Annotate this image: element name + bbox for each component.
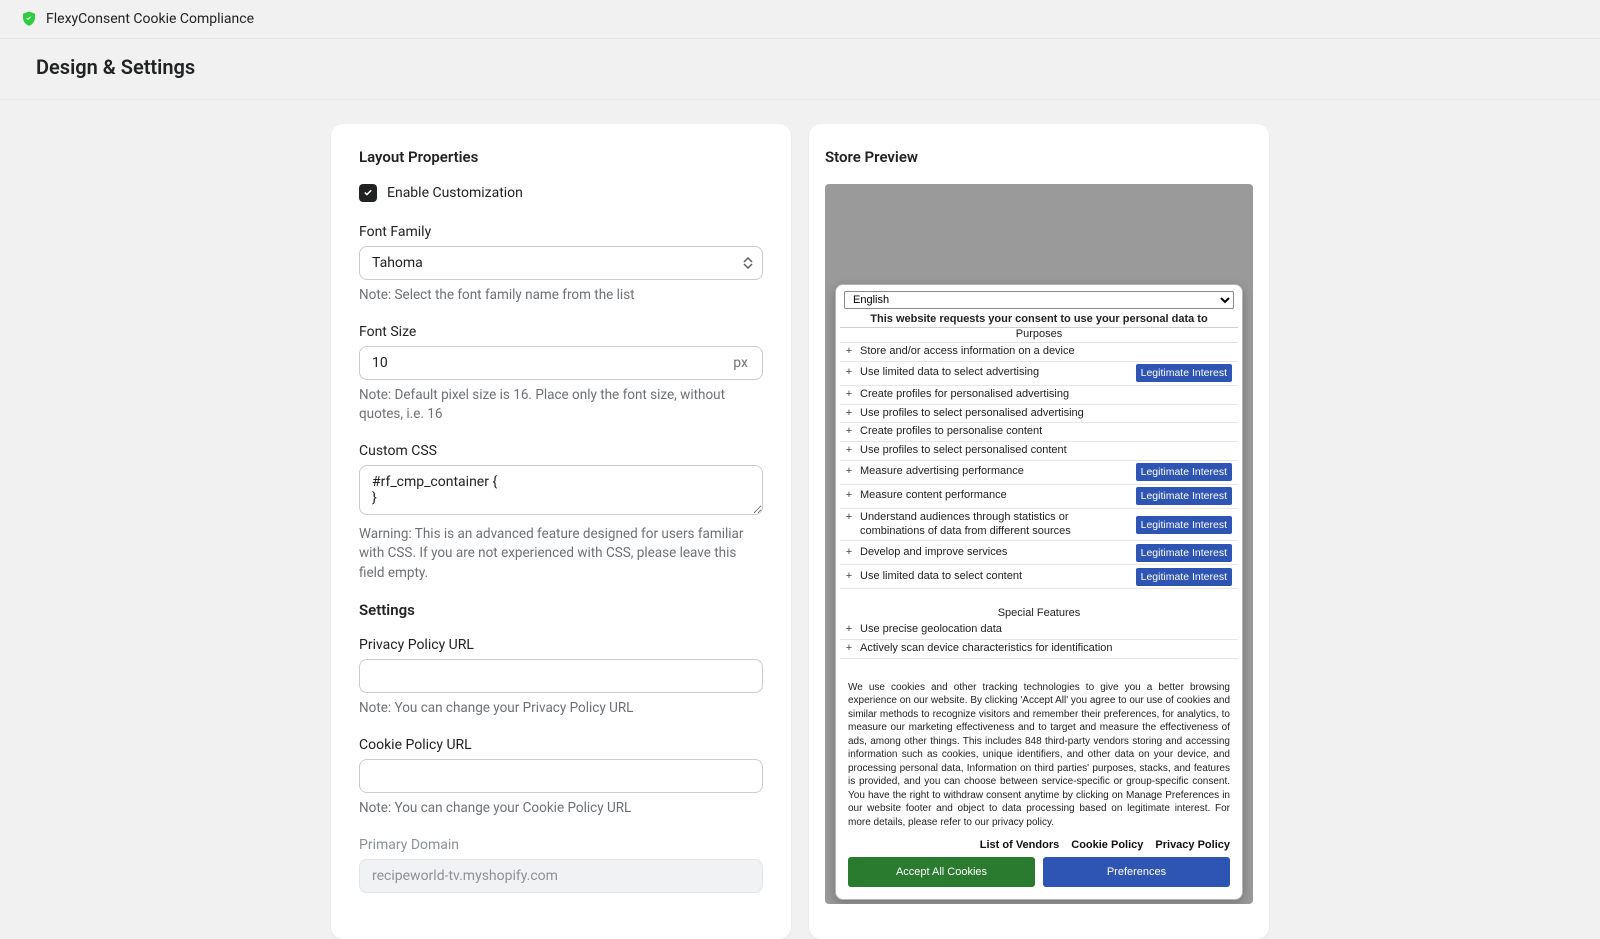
custom-css-label: Custom CSS: [359, 443, 763, 459]
cmp-purpose-text: Develop and improve services: [860, 546, 1007, 560]
custom-css-field: Custom CSS Warning: This is an advanced …: [359, 443, 763, 584]
font-size-field: Font Size px Note: Default pixel size is…: [359, 324, 763, 425]
cmp-purpose-row: + Create profiles to personalise content: [840, 423, 1238, 442]
legitimate-interest-button[interactable]: Legitimate Interest: [1136, 544, 1232, 562]
expand-icon[interactable]: +: [844, 489, 854, 503]
cmp-purpose-row: + Use profiles to select personalised con…: [840, 442, 1238, 461]
font-size-note: Note: Default pixel size is 16. Place on…: [359, 386, 763, 425]
cmp-purpose-text: Use profiles to select personalised cont…: [860, 444, 1067, 458]
primary-domain-label: Primary Domain: [359, 837, 763, 853]
expand-icon[interactable]: +: [844, 345, 854, 359]
expand-icon[interactable]: +: [844, 570, 854, 584]
legitimate-interest-button[interactable]: Legitimate Interest: [1136, 516, 1232, 534]
expand-icon[interactable]: +: [844, 444, 854, 458]
cmp-purpose-text: Store and/or access information on a dev…: [860, 345, 1075, 359]
store-preview-title: Store Preview: [825, 148, 1253, 166]
font-family-label: Font Family: [359, 224, 763, 240]
privacy-url-note: Note: You can change your Privacy Policy…: [359, 699, 763, 719]
expand-icon[interactable]: +: [844, 623, 854, 637]
cmp-special-label: Special Features: [840, 589, 1238, 621]
privacy-url-field: Privacy Policy URL Note: You can change …: [359, 637, 763, 719]
primary-domain-field: Primary Domain recipeworld-tv.myshopify.…: [359, 837, 763, 893]
cmp-purpose-text: Use profiles to select personalised adve…: [860, 407, 1084, 421]
expand-icon[interactable]: +: [844, 407, 854, 421]
cookie-url-label: Cookie Policy URL: [359, 737, 763, 753]
cmp-actions: Accept All Cookies Preferences: [840, 857, 1238, 891]
privacy-url-label: Privacy Policy URL: [359, 637, 763, 653]
enable-customization-checkbox[interactable]: [359, 184, 377, 202]
cmp-purpose-row: + Measure advertising performance Legitima…: [840, 461, 1238, 485]
content: Layout Properties Enable Customization F…: [0, 124, 1600, 939]
cmp-purpose-text: Use limited data to select content: [860, 570, 1022, 584]
cmp-body-text: We use cookies and other tracking techno…: [840, 659, 1238, 836]
page-title-wrap: Design & Settings: [0, 39, 1600, 100]
cmp-preferences-button[interactable]: Preferences: [1043, 857, 1230, 887]
cmp-purpose-row: + Use limited data to select advertising L…: [840, 362, 1238, 386]
cmp-purpose-text: Create profiles for personalised adverti…: [860, 388, 1069, 402]
cookie-url-field: Cookie Policy URL Note: You can change y…: [359, 737, 763, 819]
cmp-vendors-link[interactable]: List of Vendors: [980, 839, 1059, 851]
cmp-purpose-text: Measure content performance: [860, 489, 1007, 503]
legitimate-interest-button[interactable]: Legitimate Interest: [1136, 463, 1232, 481]
cmp-special-row: + Use precise geolocation data: [840, 621, 1238, 640]
legitimate-interest-button[interactable]: Legitimate Interest: [1136, 364, 1232, 382]
cmp-purpose-row: + Develop and improve services Legitimate …: [840, 541, 1238, 565]
cmp-privacy-link[interactable]: Privacy Policy: [1155, 839, 1230, 851]
font-family-field: Font Family Tahoma Note: Select the font…: [359, 224, 763, 306]
cmp-special-list: + Use precise geolocation data + Actively s…: [840, 621, 1238, 659]
cmp-cookie-link[interactable]: Cookie Policy: [1071, 839, 1143, 851]
cookie-url-note: Note: You can change your Cookie Policy …: [359, 799, 763, 819]
legitimate-interest-button[interactable]: Legitimate Interest: [1136, 568, 1232, 586]
font-family-select[interactable]: Tahoma: [359, 246, 763, 280]
topbar: FlexyConsent Cookie Compliance: [0, 0, 1600, 39]
cmp-purpose-row: + Store and/or access information on a de…: [840, 343, 1238, 362]
font-family-note: Note: Select the font family name from t…: [359, 286, 763, 306]
preview-card: Store Preview English This website reque…: [809, 124, 1269, 939]
cmp-purpose-row: + Use profiles to select personalised adv…: [840, 405, 1238, 424]
cmp-links: List of Vendors Cookie Policy Privacy Po…: [840, 835, 1238, 857]
legitimate-interest-button[interactable]: Legitimate Interest: [1136, 487, 1232, 505]
cookie-url-input[interactable]: [359, 759, 763, 793]
layout-properties-title: Layout Properties: [359, 148, 763, 166]
cmp-purpose-row: + Create profiles for personalised advert…: [840, 386, 1238, 405]
cmp-purpose-text: Measure advertising performance: [860, 465, 1024, 479]
custom-css-textarea[interactable]: [359, 465, 763, 515]
enable-customization-label: Enable Customization: [387, 185, 523, 201]
shield-icon: [20, 10, 38, 28]
font-size-unit: px: [719, 346, 763, 380]
cmp-special-row: + Actively scan device characteristics fo…: [840, 640, 1238, 659]
cmp-purposes-label: Purposes: [840, 328, 1238, 343]
expand-icon[interactable]: +: [844, 546, 854, 560]
layout-card: Layout Properties Enable Customization F…: [331, 124, 791, 939]
enable-customization-row: Enable Customization: [359, 184, 763, 202]
cmp-purpose-row: + Measure content performance Legitimate I…: [840, 485, 1238, 509]
expand-icon[interactable]: +: [844, 366, 854, 380]
cmp-special-text: Use precise geolocation data: [860, 623, 1002, 637]
primary-domain-input: recipeworld-tv.myshopify.com: [359, 859, 763, 893]
cmp-container: English This website requests your conse…: [835, 284, 1243, 900]
cmp-purpose-text: Create profiles to personalise content: [860, 425, 1042, 439]
font-size-input[interactable]: [359, 346, 719, 380]
page-title: Design & Settings: [36, 55, 1564, 79]
expand-icon[interactable]: +: [844, 642, 854, 656]
privacy-url-input[interactable]: [359, 659, 763, 693]
cmp-special-text: Actively scan device characteristics for…: [860, 642, 1113, 656]
expand-icon[interactable]: +: [844, 465, 854, 479]
expand-icon[interactable]: +: [844, 425, 854, 439]
cmp-purpose-text: Understand audiences through statistics …: [860, 511, 1130, 539]
cmp-purpose-text: Use limited data to select advertising: [860, 366, 1039, 380]
cmp-purpose-row: + Use limited data to select content Legit…: [840, 565, 1238, 589]
custom-css-note: Warning: This is an advanced feature des…: [359, 525, 763, 584]
font-size-label: Font Size: [359, 324, 763, 340]
preview-area: English This website requests your conse…: [825, 184, 1253, 904]
cmp-purpose-row: + Understand audiences through statistics…: [840, 509, 1238, 542]
app-name: FlexyConsent Cookie Compliance: [46, 11, 254, 27]
cmp-purpose-list: + Store and/or access information on a de…: [840, 343, 1238, 589]
settings-title: Settings: [359, 601, 763, 619]
cmp-language-select[interactable]: English: [844, 291, 1234, 309]
expand-icon[interactable]: +: [844, 511, 854, 525]
cmp-heading: This website requests your consent to us…: [840, 311, 1238, 328]
expand-icon[interactable]: +: [844, 388, 854, 402]
cmp-accept-button[interactable]: Accept All Cookies: [848, 857, 1035, 887]
